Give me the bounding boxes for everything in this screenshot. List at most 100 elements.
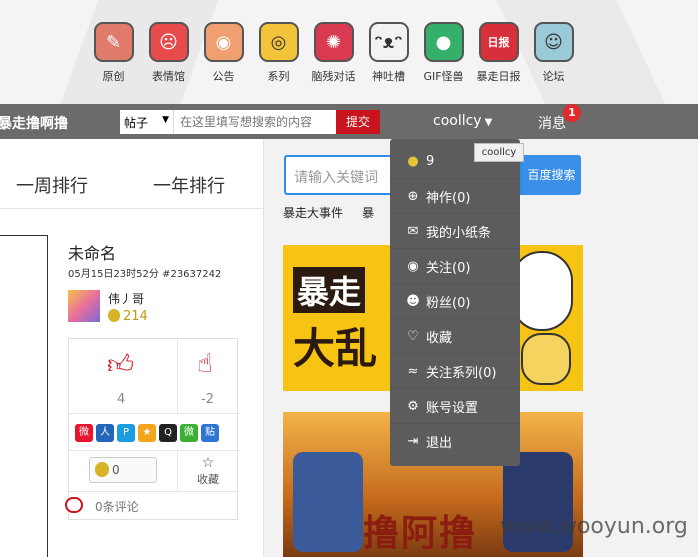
- menu-item-label: 我的小纸条: [426, 225, 492, 241]
- nav-item-roast[interactable]: ᵔᴥᵔ 神吐槽: [361, 22, 416, 84]
- nav-item-forum[interactable]: ☺ 论坛: [526, 22, 581, 84]
- share-row: 微 人 P ★ Q 微 贴: [75, 424, 219, 442]
- vote-up-count: 4: [117, 392, 126, 407]
- hero-illustration: [293, 452, 363, 552]
- rank-tabs: 一周排行 一年排行: [0, 139, 264, 209]
- post-title[interactable]: 未命名: [68, 240, 116, 264]
- user-menu-toggle[interactable]: coollcy ▼: [433, 113, 492, 129]
- nav-item-original[interactable]: ✎ 原创: [86, 22, 141, 84]
- keyword-placeholder: 请输入关键词: [294, 170, 378, 186]
- renren-icon[interactable]: 人: [96, 424, 114, 442]
- thumbs-up-icon[interactable]: 👍︎: [107, 349, 134, 380]
- comments-link[interactable]: 0条评论: [65, 497, 139, 515]
- menu-item-label: 退出: [426, 436, 453, 451]
- site-name[interactable]: 暴走撸啊撸: [0, 113, 68, 133]
- qzone-icon[interactable]: P: [117, 424, 135, 442]
- eye-monster-icon: ◎: [258, 22, 299, 62]
- star-icon: ☆: [201, 455, 215, 471]
- nav-item-notice[interactable]: ◉ 公告: [196, 22, 251, 84]
- rage-face-illustration: [511, 251, 573, 331]
- search-input[interactable]: [174, 110, 334, 134]
- banner-title: 撸阿撸: [363, 513, 478, 554]
- nav-item-series[interactable]: ◎ 系列: [251, 22, 306, 84]
- search-submit-button[interactable]: 提交: [336, 110, 380, 134]
- nav-item-label: 神吐槽: [372, 70, 405, 83]
- watermark: www.wooyun.org: [500, 514, 688, 539]
- qq-star-icon[interactable]: ★: [138, 424, 156, 442]
- masterpiece-icon: ⊕: [407, 188, 419, 204]
- daily-report-icon: 日报: [478, 22, 519, 62]
- nav-item-label: 暴走日报: [476, 70, 521, 83]
- wechat-icon[interactable]: 微: [180, 424, 198, 442]
- menu-item-favorites[interactable]: ♡ 收藏: [390, 319, 520, 354]
- notice-icon: ◉: [203, 22, 244, 62]
- divider: [69, 413, 239, 414]
- menu-item-followed-series[interactable]: ≈ 关注系列(0): [390, 354, 520, 389]
- nav-item-brain-dialog[interactable]: ✺ 脑残对话: [306, 22, 361, 84]
- username-tooltip: coollcy: [474, 143, 524, 162]
- menu-item-label: 神作(0): [426, 190, 471, 206]
- gear-icon: ⚙: [407, 398, 419, 414]
- weibo-icon[interactable]: 微: [75, 424, 93, 442]
- menu-item-fans[interactable]: ☻ 粉丝(0): [390, 284, 520, 319]
- banner-title: 暴走: [293, 267, 366, 313]
- menu-item-label: 9: [426, 153, 435, 169]
- menu-item-notes[interactable]: ✉ 我的小纸条: [390, 214, 520, 249]
- fans-icon: ☻: [406, 293, 420, 309]
- search-bar: 帖子 ▼ 提交: [120, 110, 380, 134]
- menu-item-logout[interactable]: ⇥ 退出: [390, 424, 520, 459]
- tab-yearly-rank[interactable]: 一年排行: [153, 172, 225, 198]
- qq-penguin-icon[interactable]: Q: [159, 424, 177, 442]
- baidu-search-button[interactable]: 百度搜索: [522, 155, 581, 195]
- nav-item-label: 表情馆: [152, 70, 185, 83]
- menu-item-following[interactable]: ◉ 关注(0): [390, 249, 520, 284]
- cat-face-icon: ᵔᴥᵔ: [368, 22, 409, 62]
- divider: [177, 339, 178, 413]
- nav-item-daily[interactable]: 日报 暴走日报: [471, 22, 526, 84]
- nav-item-label: 公告: [212, 70, 235, 83]
- messages-badge: 1: [563, 104, 581, 122]
- post-meta: 05月15日23时52分 #23637242: [68, 269, 222, 280]
- menu-item-label: 粉丝(0): [426, 295, 471, 311]
- nav-item-label: 论坛: [542, 70, 565, 83]
- coin-button[interactable]: 0: [89, 457, 157, 483]
- nav-item-emoticons[interactable]: ☹ 表情馆: [141, 22, 196, 84]
- forum-icon: ☺: [533, 22, 574, 62]
- left-panel: 一周排行 一年排行 未命名 05月15日23时52分 #23637242 伟丿哥…: [0, 139, 264, 557]
- pen-icon: ✎: [93, 22, 134, 62]
- comment-icon: [65, 497, 83, 513]
- menu-item-label: 关注(0): [426, 260, 471, 276]
- post-image-frame[interactable]: [0, 235, 48, 557]
- favorite-button[interactable]: ☆ 收藏: [194, 455, 222, 487]
- divider: [69, 450, 239, 451]
- green-monster-icon: ●: [423, 22, 464, 62]
- rss-icon: ≈: [407, 363, 419, 379]
- coin-icon: ●: [407, 153, 419, 169]
- nav-item-label: 系列: [267, 70, 290, 83]
- envelope-icon: ✉: [407, 223, 419, 239]
- user-dropdown-menu: ● 9 ⊕ 神作(0) ✉ 我的小纸条 ◉ 关注(0) ☻ 粉丝(0) ♡ 收藏 ≈ 关注系列…: [390, 139, 520, 466]
- author-name[interactable]: 伟丿哥: [108, 290, 144, 307]
- nav-item-label: GIF怪兽: [423, 70, 464, 83]
- thumbs-down-icon[interactable]: ☝︎: [197, 349, 213, 379]
- menu-item-account-settings[interactable]: ⚙ 账号设置: [390, 389, 520, 424]
- avatar[interactable]: [68, 290, 100, 322]
- caret-down-icon: ▼: [484, 117, 493, 128]
- eye-icon: ◉: [407, 258, 419, 274]
- tab-weekly-rank[interactable]: 一周排行: [16, 172, 88, 198]
- nav-item-label: 原创: [102, 70, 125, 83]
- vote-down-count: -2: [201, 392, 214, 407]
- tieba-icon[interactable]: 贴: [201, 424, 219, 442]
- author-score-value: 214: [123, 309, 148, 324]
- logout-icon: ⇥: [407, 434, 419, 449]
- search-type-value: 帖子: [124, 116, 149, 130]
- top-nav: ✎ 原创 ☹ 表情馆 ◉ 公告 ◎ 系列 ✺ 脑残对话 ᵔᴥᵔ 神吐槽 ● GI…: [86, 22, 581, 84]
- coin-icon: [95, 462, 109, 477]
- nav-item-gif-monster[interactable]: ● GIF怪兽: [416, 22, 471, 84]
- brain-vs-icon: ✺: [313, 22, 354, 62]
- search-type-select[interactable]: 帖子 ▼: [120, 110, 174, 134]
- girl-illustration: [521, 333, 571, 385]
- messages-link[interactable]: 消息: [538, 113, 566, 133]
- banner-title: 大乱: [293, 324, 378, 373]
- menu-item-masterpiece[interactable]: ⊕ 神作(0): [390, 179, 520, 214]
